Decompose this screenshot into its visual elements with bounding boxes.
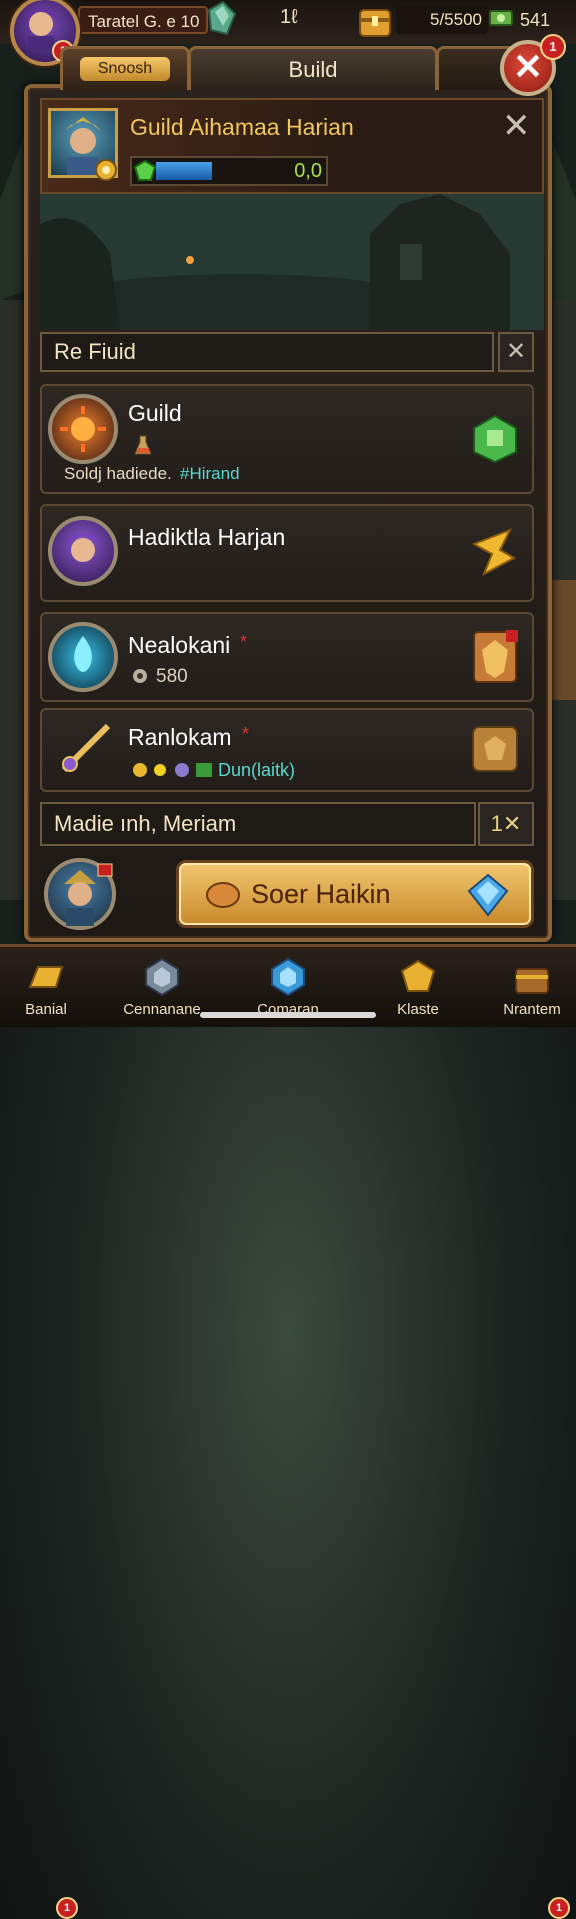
armored-shield-icon[interactable]: [470, 628, 520, 686]
top-status-bar: Taratel G. e 10 1ℓ 5/5500 541: [0, 0, 576, 44]
treasure-chest-icon: [515, 968, 549, 994]
blue-flame-emblem-icon: [48, 622, 118, 692]
guild-progress-bar: 0,0: [130, 156, 328, 186]
player-level: 1ℓ: [280, 6, 298, 28]
sun-emblem-icon: [48, 394, 118, 464]
nav-cennanane[interactable]: Cennanane: [112, 953, 212, 1027]
row-name: Hadiktla Harjan: [128, 524, 286, 550]
red-mark: *: [242, 724, 250, 744]
row-subtitle: Soldj hadiede.: [64, 464, 172, 483]
gold-counter: 5/5500: [396, 6, 488, 34]
blue-gem-icon: [271, 957, 305, 997]
rank-medal-icon: [95, 159, 117, 181]
row-name: Nealokani: [128, 632, 231, 658]
gold-pennant-icon[interactable]: [470, 528, 520, 578]
guild-title: Guild Aihamaa Harian: [130, 114, 354, 140]
blue-diamond-icon: [467, 873, 509, 917]
row-name: Guild: [128, 400, 182, 426]
list-item[interactable]: Guild Soldj hadiede. #Hirand: [40, 384, 534, 494]
guild-scene-illustration: [40, 194, 544, 330]
member-filter-field[interactable]: Madie ınh, Meriam: [40, 802, 476, 846]
progress-fill: [156, 162, 212, 180]
nav-label: Banial: [25, 1001, 67, 1018]
action-label: Soer Haikin: [251, 879, 391, 909]
member-count-button[interactable]: 1✕: [478, 802, 534, 846]
nav-label: Cennanane: [123, 1001, 201, 1018]
gold-cube-icon: [400, 959, 436, 992]
red-flag-icon: [97, 863, 113, 877]
gear-icon: [133, 669, 147, 683]
row-tag: #Hirand: [180, 464, 240, 483]
list-item[interactable]: Ranlokam * Dun(laitk): [40, 708, 534, 792]
nav-banial[interactable]: Banial: [0, 953, 96, 1027]
golden-sword-icon: [61, 723, 111, 773]
row-value: 580: [156, 666, 188, 687]
gold-chest-icon[interactable]: [356, 2, 394, 40]
nav-klaste[interactable]: Klaste: [368, 953, 468, 1027]
player-name: Taratel G. e 10: [78, 6, 208, 34]
tab-build[interactable]: Build: [188, 46, 438, 90]
steel-gem-icon: [145, 957, 179, 997]
nav-nrantem[interactable]: Nrantem: [482, 953, 576, 1027]
purple-hero-avatar: [48, 516, 118, 586]
bread-icon: [206, 882, 240, 908]
resource-icons: [133, 763, 212, 777]
green-crystal-icon[interactable]: [203, 0, 237, 38]
list-item[interactable]: Nealokani * 580: [40, 612, 534, 702]
guild-header: Guild Aihamaa Harian ✕ 0,0: [40, 98, 544, 194]
green-tower-icon[interactable]: [470, 414, 520, 464]
tab-snoosh[interactable]: Snoosh: [60, 46, 190, 90]
green-gem-icon: [134, 160, 156, 181]
row-tag: Dun(laitk): [218, 760, 296, 780]
nav-label: Nrantem: [503, 1001, 561, 1018]
tab-label: Snoosh: [79, 57, 171, 81]
gold-bar-icon: [28, 966, 64, 988]
progress-value: 0,0: [294, 160, 322, 182]
nav-label: Klaste: [397, 1001, 439, 1018]
header-close-icon[interactable]: ✕: [502, 106, 531, 146]
bronze-plate-icon[interactable]: [470, 724, 520, 774]
red-mark: *: [240, 632, 248, 652]
flask-icon: [134, 435, 152, 455]
nav-badge: 1: [548, 1897, 570, 1919]
cash-counter: 541: [520, 10, 551, 30]
home-indicator[interactable]: [200, 1012, 376, 1018]
row-name: Ranlokam: [128, 724, 232, 750]
filter-clear-button[interactable]: ✕: [498, 332, 534, 372]
nav-badge: 1: [56, 1897, 78, 1919]
guild-filter-field[interactable]: Re Fiuid: [40, 332, 494, 372]
action-button[interactable]: Soer Haikin: [176, 860, 534, 928]
cash-icon: [489, 10, 513, 26]
close-badge: 1: [540, 34, 566, 60]
list-item[interactable]: Hadiktla Harjan: [40, 504, 534, 602]
tab-bar: Snoosh Build: [58, 46, 518, 92]
